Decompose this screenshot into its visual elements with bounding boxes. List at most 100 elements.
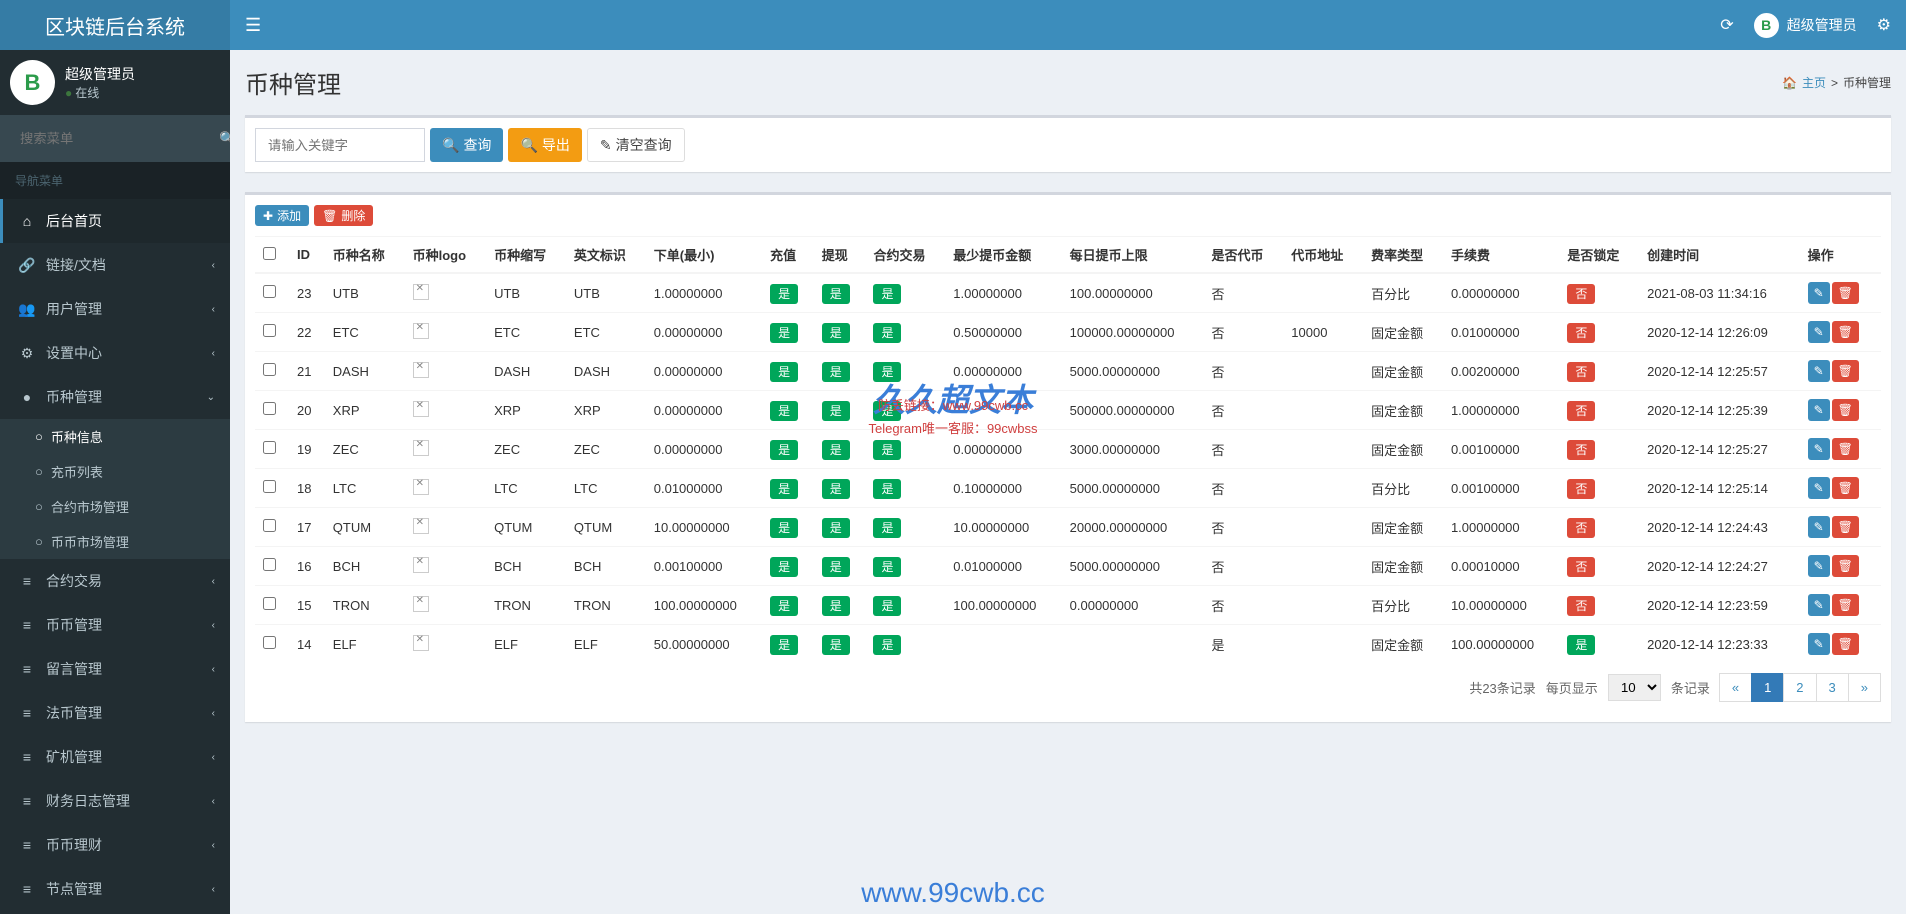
recharge-badge[interactable]: 是: [770, 401, 798, 421]
recharge-badge[interactable]: 是: [770, 284, 798, 304]
sidebar-item-留言管理[interactable]: ≡留言管理‹: [0, 647, 230, 691]
page-button[interactable]: 3: [1816, 673, 1849, 702]
sidebar-item-用户管理[interactable]: 👥用户管理‹: [0, 287, 230, 331]
contract-badge[interactable]: 是: [873, 479, 901, 499]
row-delete-button[interactable]: 🗑: [1832, 360, 1859, 382]
refresh-icon[interactable]: ⟳: [1720, 15, 1733, 35]
sidebar-item-币币管理[interactable]: ≡币币管理‹: [0, 603, 230, 647]
row-checkbox[interactable]: [263, 285, 276, 298]
row-delete-button[interactable]: 🗑: [1832, 399, 1859, 421]
sidebar-item-币币理财[interactable]: ≡币币理财‹: [0, 823, 230, 867]
sidebar-item-设置中心[interactable]: ⚙设置中心‹: [0, 331, 230, 375]
select-all-checkbox[interactable]: [263, 247, 276, 260]
row-delete-button[interactable]: 🗑: [1832, 594, 1859, 616]
locked-badge[interactable]: 否: [1567, 284, 1595, 304]
locked-badge[interactable]: 是: [1567, 635, 1595, 655]
withdraw-badge[interactable]: 是: [822, 635, 850, 655]
withdraw-badge[interactable]: 是: [822, 440, 850, 460]
page-button[interactable]: »: [1848, 673, 1881, 702]
export-button[interactable]: 🔍 导出: [508, 128, 581, 162]
query-button[interactable]: 🔍 查询: [430, 128, 503, 162]
page-button[interactable]: «: [1719, 673, 1752, 702]
withdraw-badge[interactable]: 是: [822, 284, 850, 304]
sidebar-item-法币管理[interactable]: ≡法币管理‹: [0, 691, 230, 735]
sidebar-item-矿机管理[interactable]: ≡矿机管理‹: [0, 735, 230, 779]
breadcrumb-home[interactable]: 主页: [1802, 74, 1826, 91]
recharge-badge[interactable]: 是: [770, 635, 798, 655]
edit-button[interactable]: ✎: [1808, 516, 1830, 538]
sidebar-item-后台首页[interactable]: ⌂后台首页: [0, 199, 230, 243]
edit-button[interactable]: ✎: [1808, 360, 1830, 382]
row-checkbox[interactable]: [263, 324, 276, 337]
edit-button[interactable]: ✎: [1808, 282, 1830, 304]
locked-badge[interactable]: 否: [1567, 401, 1595, 421]
contract-badge[interactable]: 是: [873, 635, 901, 655]
edit-button[interactable]: ✎: [1808, 399, 1830, 421]
row-delete-button[interactable]: 🗑: [1832, 477, 1859, 499]
per-page-select[interactable]: 10: [1608, 674, 1661, 701]
clear-button[interactable]: ✎ 清空查询: [587, 128, 685, 162]
edit-button[interactable]: ✎: [1808, 477, 1830, 499]
sidebar-item-币种管理[interactable]: ●币种管理⌄: [0, 375, 230, 419]
withdraw-badge[interactable]: 是: [822, 557, 850, 577]
row-checkbox[interactable]: [263, 636, 276, 649]
header-user-menu[interactable]: B 超级管理员: [1754, 13, 1857, 38]
page-button[interactable]: 2: [1783, 673, 1816, 702]
row-delete-button[interactable]: 🗑: [1832, 555, 1859, 577]
edit-button[interactable]: ✎: [1808, 438, 1830, 460]
withdraw-badge[interactable]: 是: [822, 479, 850, 499]
withdraw-badge[interactable]: 是: [822, 323, 850, 343]
withdraw-badge[interactable]: 是: [822, 401, 850, 421]
sidebar-sub-币种信息[interactable]: ○币种信息: [0, 419, 230, 454]
row-checkbox[interactable]: [263, 480, 276, 493]
contract-badge[interactable]: 是: [873, 284, 901, 304]
row-checkbox[interactable]: [263, 597, 276, 610]
recharge-badge[interactable]: 是: [770, 362, 798, 382]
recharge-badge[interactable]: 是: [770, 479, 798, 499]
page-button[interactable]: 1: [1751, 673, 1784, 702]
keyword-input[interactable]: [255, 128, 425, 162]
withdraw-badge[interactable]: 是: [822, 518, 850, 538]
delete-button[interactable]: 🗑 删除: [314, 205, 373, 226]
row-delete-button[interactable]: 🗑: [1832, 321, 1859, 343]
withdraw-badge[interactable]: 是: [822, 362, 850, 382]
settings-icon[interactable]: ⚙: [1877, 15, 1891, 35]
recharge-badge[interactable]: 是: [770, 596, 798, 616]
edit-button[interactable]: ✎: [1808, 633, 1830, 655]
contract-badge[interactable]: 是: [873, 518, 901, 538]
sidebar-search-input[interactable]: [10, 125, 207, 152]
edit-button[interactable]: ✎: [1808, 555, 1830, 577]
locked-badge[interactable]: 否: [1567, 479, 1595, 499]
sidebar-toggle[interactable]: ☰: [230, 15, 276, 36]
sidebar-item-财务日志管理[interactable]: ≡财务日志管理‹: [0, 779, 230, 823]
sidebar-item-链接/文档[interactable]: 🔗链接/文档‹: [0, 243, 230, 287]
sidebar-sub-合约市场管理[interactable]: ○合约市场管理: [0, 489, 230, 524]
sidebar-item-节点管理[interactable]: ≡节点管理‹: [0, 867, 230, 911]
sidebar-sub-币币市场管理[interactable]: ○币币市场管理: [0, 524, 230, 559]
locked-badge[interactable]: 否: [1567, 362, 1595, 382]
locked-badge[interactable]: 否: [1567, 518, 1595, 538]
row-delete-button[interactable]: 🗑: [1832, 633, 1859, 655]
row-delete-button[interactable]: 🗑: [1832, 282, 1859, 304]
recharge-badge[interactable]: 是: [770, 518, 798, 538]
row-delete-button[interactable]: 🗑: [1832, 516, 1859, 538]
contract-badge[interactable]: 是: [873, 401, 901, 421]
recharge-badge[interactable]: 是: [770, 557, 798, 577]
withdraw-badge[interactable]: 是: [822, 596, 850, 616]
row-delete-button[interactable]: 🗑: [1832, 438, 1859, 460]
sidebar-search-button[interactable]: 🔍: [207, 125, 230, 152]
row-checkbox[interactable]: [263, 519, 276, 532]
contract-badge[interactable]: 是: [873, 557, 901, 577]
add-button[interactable]: ✚ 添加: [255, 205, 309, 226]
row-checkbox[interactable]: [263, 402, 276, 415]
locked-badge[interactable]: 否: [1567, 440, 1595, 460]
locked-badge[interactable]: 否: [1567, 596, 1595, 616]
contract-badge[interactable]: 是: [873, 596, 901, 616]
contract-badge[interactable]: 是: [873, 323, 901, 343]
row-checkbox[interactable]: [263, 363, 276, 376]
contract-badge[interactable]: 是: [873, 440, 901, 460]
row-checkbox[interactable]: [263, 441, 276, 454]
edit-button[interactable]: ✎: [1808, 321, 1830, 343]
recharge-badge[interactable]: 是: [770, 440, 798, 460]
sidebar-sub-充币列表[interactable]: ○充币列表: [0, 454, 230, 489]
